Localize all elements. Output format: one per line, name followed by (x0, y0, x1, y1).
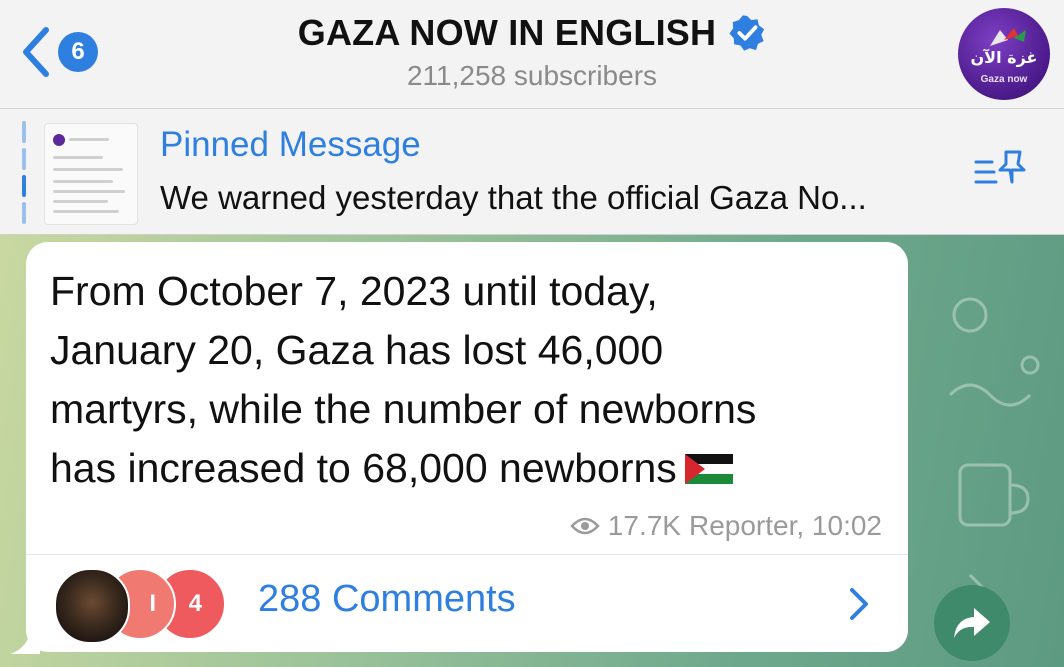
author-time: Reporter, 10:02 (688, 510, 882, 541)
message-line: January 20, Gaza has lost 46,000 (50, 327, 664, 373)
eye-icon (570, 517, 600, 535)
pinned-indicator (22, 121, 26, 224)
palestine-flag-icon (684, 454, 733, 484)
pinned-title: Pinned Message (160, 125, 421, 164)
message-line: martyrs, while the number of newborns (50, 386, 757, 432)
avatar-english-text: Gaza now (980, 74, 1028, 85)
view-count: 17.7K (607, 510, 681, 541)
pinned-list-icon[interactable] (972, 148, 1030, 196)
message-text: From October 7, 2023 until today, Januar… (50, 262, 890, 498)
commenter-avatar (54, 568, 130, 644)
comments-button[interactable]: I 4 288 Comments (26, 556, 908, 652)
channel-avatar[interactable]: غزة الآن Gaza now (958, 8, 1050, 100)
message-meta: 17.7K Reporter, 10:02 (570, 510, 882, 542)
avatar-arabic-text: غزة الآن (970, 48, 1038, 67)
message-bubble[interactable]: From October 7, 2023 until today, Januar… (26, 242, 908, 652)
pinned-preview-text: We warned yesterday that the official Ga… (160, 179, 867, 216)
chat-header: 6 GAZA NOW IN ENGLISH 211,258 subscriber… (0, 0, 1064, 109)
channel-title-area[interactable]: GAZA NOW IN ENGLISH 211,258 subscribers (0, 12, 1064, 92)
subscriber-count: 211,258 subscribers (406, 60, 658, 91)
message-line: From October 7, 2023 until today, (50, 268, 658, 314)
share-arrow-icon (954, 608, 990, 638)
share-button[interactable] (934, 585, 1010, 661)
chevron-right-icon (850, 588, 868, 620)
divider (26, 554, 908, 555)
message-line: has increased to 68,000 newborns (50, 445, 677, 491)
pinned-message-bar[interactable]: Pinned Message We warned yesterday that … (0, 109, 1064, 235)
pinned-thumbnail (44, 123, 138, 225)
channel-title: GAZA NOW IN ENGLISH (298, 12, 766, 54)
flag-logo-icon (990, 28, 1026, 46)
message-line-last: has increased to 68,000 newborns (50, 439, 890, 498)
channel-name: GAZA NOW IN ENGLISH (297, 12, 717, 53)
verified-icon (729, 15, 765, 51)
comments-count: 288 Comments (258, 578, 516, 620)
